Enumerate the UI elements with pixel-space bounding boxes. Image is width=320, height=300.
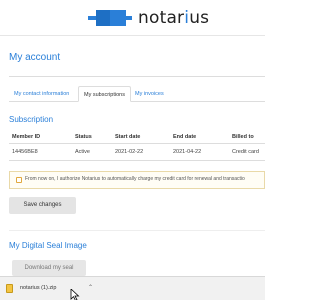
subscription-title: Subscription — [9, 115, 54, 124]
column-header-status: Status — [75, 134, 92, 140]
chevron-up-icon[interactable]: ⌃ — [88, 284, 93, 291]
column-header-start-date: Start date — [115, 134, 141, 140]
table-header: Member ID Status Start date End date Bil… — [9, 132, 265, 144]
logo-mark-icon — [88, 8, 132, 28]
auto-renew-label: From now on, I authorize Notarius to aut… — [25, 176, 245, 182]
column-header-end-date: End date — [173, 134, 197, 140]
end-date-cell: 2021-04-22 — [173, 149, 202, 155]
page-title: My account — [9, 52, 61, 63]
top-bar: notarius — [0, 0, 265, 36]
column-header-member-id: Member ID — [12, 134, 41, 140]
billed-to-cell: Credit card — [232, 149, 259, 155]
table-row: 14456BE8 Active 2021-02-22 2021-04-22 Cr… — [9, 147, 265, 159]
tab-my-invoices[interactable]: My invoices — [130, 86, 169, 102]
save-changes-button[interactable]: Save changes — [9, 197, 76, 214]
download-seal-button[interactable]: Download my seal — [12, 260, 86, 276]
auto-renew-checkbox[interactable] — [16, 177, 22, 183]
digital-seal-title: My Digital Seal Image — [9, 241, 87, 250]
subscription-table: Member ID Status Start date End date Bil… — [9, 132, 265, 156]
notarius-logo[interactable]: notarius — [88, 7, 209, 29]
column-header-billed-to: Billed to — [232, 134, 254, 140]
account-tabs: My contact information My subscriptions … — [9, 86, 265, 102]
tab-my-subscriptions[interactable]: My subscriptions — [78, 86, 131, 102]
auto-renew-consent: From now on, I authorize Notarius to aut… — [9, 171, 265, 189]
logo-wordmark: notarius — [138, 8, 210, 28]
divider — [9, 230, 265, 231]
member-id-cell: 14456BE8 — [12, 149, 38, 155]
divider — [9, 76, 265, 77]
tab-contact-information[interactable]: My contact information — [9, 86, 74, 102]
zip-file-icon — [6, 284, 13, 293]
divider — [9, 160, 265, 161]
download-file-name[interactable]: notarius (1).zip — [20, 285, 56, 291]
mouse-cursor-icon — [70, 289, 80, 300]
start-date-cell: 2021-02-22 — [115, 149, 144, 155]
browser-download-bar: notarius (1).zip ⌃ — [0, 276, 265, 300]
status-cell: Active — [75, 149, 90, 155]
